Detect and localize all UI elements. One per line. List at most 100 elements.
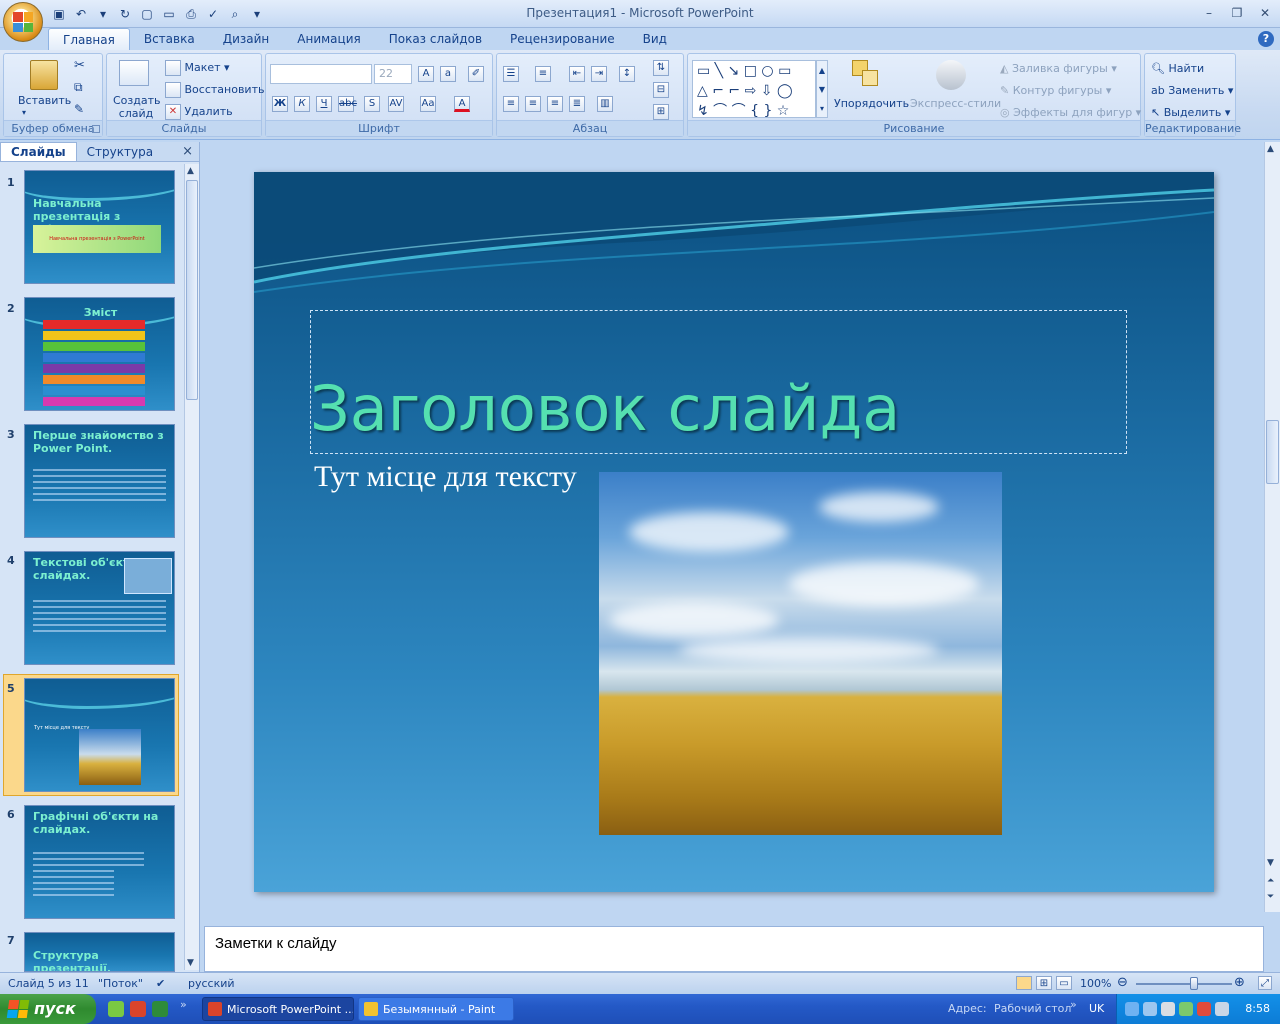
paste-icon[interactable] bbox=[30, 60, 58, 90]
notes-placeholder[interactable]: Заметки к слайду bbox=[215, 935, 337, 952]
underline-icon[interactable]: Ч bbox=[316, 96, 332, 112]
arrange-icon[interactable] bbox=[852, 60, 882, 90]
scroll-thumb[interactable] bbox=[186, 180, 198, 400]
clear-formatting-icon[interactable]: ✐ bbox=[468, 66, 484, 82]
shape-outline-button[interactable]: ✎ Контур фигуры ▾ bbox=[1000, 84, 1111, 97]
tab-insert[interactable]: Вставка bbox=[130, 28, 209, 50]
zoom-slider-knob[interactable] bbox=[1189, 977, 1198, 990]
tab-design[interactable]: Дизайн bbox=[209, 28, 284, 50]
smartart-icon[interactable]: ⊞ bbox=[653, 104, 669, 120]
powerpoint-quicklaunch-icon[interactable] bbox=[130, 1001, 146, 1017]
quick-launch-icon[interactable] bbox=[108, 1001, 124, 1017]
zoom-in-icon[interactable]: ⊕ bbox=[1234, 975, 1245, 990]
slide-title[interactable]: Заголовок слайда bbox=[310, 372, 900, 445]
tab-slides[interactable]: Слайды bbox=[0, 142, 77, 161]
replace-button[interactable]: ab Заменить ▾ bbox=[1151, 84, 1233, 97]
shapes-gallery[interactable]: ▭ ╲ ↘ □ ○ ▭ △ ⌐ ⌐ ⇨ ⇩ ◯ ↯ ⌒ ⌒ { } ☆ bbox=[692, 60, 816, 119]
tab-animation[interactable]: Анимация bbox=[283, 28, 374, 50]
shrink-font-icon[interactable]: a bbox=[440, 66, 456, 82]
decrease-indent-icon[interactable]: ⇤ bbox=[569, 66, 585, 82]
line-spacing-icon[interactable]: ↕ bbox=[619, 66, 635, 82]
volume-icon[interactable] bbox=[1161, 1002, 1175, 1016]
slide-body-text[interactable]: Тут місце для тексту bbox=[314, 460, 577, 494]
layout-button[interactable]: Макет ▾ bbox=[165, 60, 230, 76]
language-bar[interactable]: UK bbox=[1089, 1002, 1104, 1015]
help-icon[interactable]: ? bbox=[1258, 31, 1274, 47]
close-button[interactable]: ✕ bbox=[1256, 4, 1274, 22]
copy-icon[interactable]: ⧉ bbox=[74, 80, 83, 95]
zoom-slider[interactable] bbox=[1136, 983, 1232, 985]
clipboard-dialog-launcher-icon[interactable] bbox=[92, 125, 100, 133]
close-pane-icon[interactable]: × bbox=[182, 144, 193, 159]
tray-status-icon[interactable] bbox=[1179, 1002, 1193, 1016]
wheat-field-sky-image[interactable] bbox=[599, 472, 1002, 835]
address-value[interactable]: Рабочий стол bbox=[994, 1002, 1071, 1015]
office-button[interactable] bbox=[3, 2, 43, 42]
shape-effects-button[interactable]: ◎ Эффекты для фигур ▾ bbox=[1000, 106, 1141, 119]
excel-quicklaunch-icon[interactable] bbox=[152, 1001, 168, 1017]
numbering-icon[interactable]: ≡ bbox=[535, 66, 551, 82]
cut-icon[interactable]: ✂ bbox=[74, 58, 85, 73]
bold-icon[interactable]: Ж bbox=[272, 96, 288, 112]
font-size-input[interactable]: 22 bbox=[374, 64, 412, 84]
increase-indent-icon[interactable]: ⇥ bbox=[591, 66, 607, 82]
font-name-input[interactable] bbox=[270, 64, 372, 84]
scroll-up-icon[interactable]: ▲ bbox=[187, 166, 194, 176]
previous-slide-icon[interactable]: ⏶ bbox=[1267, 876, 1274, 886]
zoom-level[interactable]: 100% bbox=[1080, 977, 1111, 990]
text-shadow-icon[interactable]: S bbox=[364, 96, 380, 112]
minimize-button[interactable]: – bbox=[1200, 4, 1218, 22]
shapes-scroll[interactable]: ▲ ▼ ▾ bbox=[816, 60, 828, 118]
tab-slideshow[interactable]: Показ слайдов bbox=[375, 28, 496, 50]
scroll-thumb[interactable] bbox=[1266, 420, 1279, 484]
scroll-down-icon[interactable]: ▼ bbox=[187, 958, 194, 968]
slideshow-view-icon[interactable]: ▭ bbox=[1056, 976, 1072, 990]
slide-scrollbar[interactable]: ▲ ▼ ⏶ ⏷ bbox=[1264, 142, 1280, 912]
normal-view-icon[interactable] bbox=[1016, 976, 1032, 990]
restore-button[interactable]: ❐ bbox=[1228, 4, 1246, 22]
grow-font-icon[interactable]: A bbox=[418, 66, 434, 82]
tray-app-icon[interactable] bbox=[1143, 1002, 1157, 1016]
character-spacing-icon[interactable]: AV bbox=[388, 96, 404, 112]
network-icon[interactable] bbox=[1125, 1002, 1139, 1016]
notes-pane[interactable]: Заметки к слайду bbox=[204, 926, 1264, 972]
slide-thumbnail-1[interactable]: Навчальна презентація з інформатики для … bbox=[24, 170, 175, 284]
align-right-icon[interactable]: ≡ bbox=[547, 96, 563, 112]
taskbar-powerpoint[interactable]: Microsoft PowerPoint ... bbox=[202, 997, 354, 1021]
thumbnails-scrollbar[interactable]: ▲ ▼ bbox=[184, 164, 199, 970]
find-button[interactable]: 🔍︎ Найти bbox=[1151, 62, 1204, 75]
change-case-icon[interactable]: Aa bbox=[420, 96, 436, 112]
align-text-icon[interactable]: ⊟ bbox=[653, 82, 669, 98]
tray-device-icon[interactable] bbox=[1215, 1002, 1229, 1016]
quick-styles-icon[interactable] bbox=[936, 60, 966, 90]
zoom-out-icon[interactable]: ⊖ bbox=[1117, 975, 1128, 990]
justify-icon[interactable]: ≣ bbox=[569, 96, 585, 112]
align-center-icon[interactable]: ≡ bbox=[525, 96, 541, 112]
slide-thumbnail-3[interactable]: Перше знайомство з Power Point. bbox=[24, 424, 175, 538]
scroll-down-icon[interactable]: ▼ bbox=[1267, 858, 1274, 868]
tab-view[interactable]: Вид bbox=[629, 28, 681, 50]
text-direction-icon[interactable]: ⇅ bbox=[653, 60, 669, 76]
align-left-icon[interactable]: ≡ bbox=[503, 96, 519, 112]
scroll-up-icon[interactable]: ▲ bbox=[1267, 144, 1274, 154]
tab-review[interactable]: Рецензирование bbox=[496, 28, 629, 50]
font-color-icon[interactable]: A bbox=[454, 96, 470, 112]
spellcheck-icon[interactable]: ✔ bbox=[156, 977, 165, 990]
italic-icon[interactable]: К bbox=[294, 96, 310, 112]
slide-thumbnail-7[interactable]: Структура презентації. bbox=[24, 932, 175, 972]
language-indicator[interactable]: русский bbox=[188, 977, 235, 990]
columns-icon[interactable]: ▥ bbox=[597, 96, 613, 112]
quick-launch-more-icon[interactable]: » bbox=[180, 998, 187, 1011]
delete-slide-button[interactable]: ✕ Удалить bbox=[165, 104, 233, 120]
slide-thumbnail-2[interactable]: Зміст bbox=[24, 297, 175, 411]
taskbar-paint[interactable]: Безымянный - Paint bbox=[358, 997, 514, 1021]
paste-button[interactable]: Вставить bbox=[18, 94, 71, 107]
slide-thumbnail-4[interactable]: Текстові об'єкти в слайдах. bbox=[24, 551, 175, 665]
next-slide-icon[interactable]: ⏷ bbox=[1267, 892, 1274, 902]
reset-button[interactable]: Восстановить bbox=[165, 82, 264, 98]
paste-dropdown-icon[interactable]: ▾ bbox=[22, 108, 26, 117]
new-slide-icon[interactable] bbox=[119, 60, 149, 86]
security-icon[interactable] bbox=[1197, 1002, 1211, 1016]
current-slide[interactable]: Заголовок слайда Тут місце для тексту bbox=[254, 172, 1214, 892]
select-button[interactable]: ↖ Выделить ▾ bbox=[1151, 106, 1230, 119]
